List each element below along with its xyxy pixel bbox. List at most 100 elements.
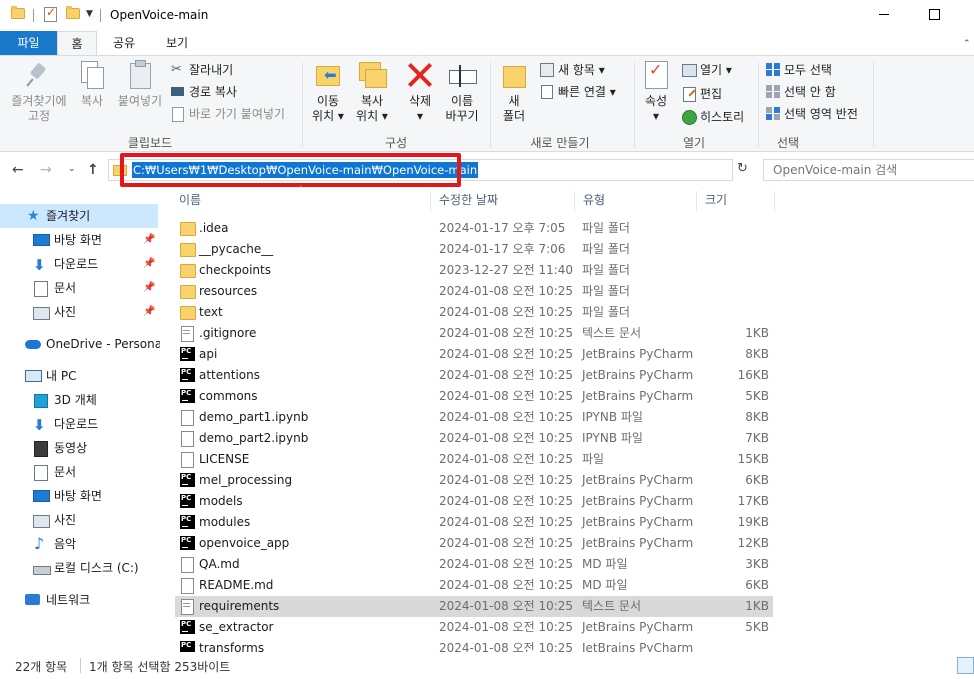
table-row[interactable]: requirements 2024-01-08 오전 10:25 텍스트 문서 1KB [175, 596, 773, 617]
select-none-button[interactable]: 선택 안 함 [766, 82, 836, 102]
file-size: 8KB [745, 410, 769, 424]
nav-item-desktop[interactable]: 바탕 화면 [0, 484, 158, 508]
nav-item-downloads-pinned[interactable]: 다운로드 📌 [0, 252, 158, 277]
pin-quick-access-button[interactable]: 즐겨찾기에 고정 [6, 60, 72, 124]
edit-button[interactable]: 편집 [682, 84, 722, 104]
file-type: JetBrains PyCharm [582, 368, 694, 382]
column-header-size[interactable]: 크기 [705, 188, 765, 214]
table-row[interactable]: .gitignore 2024-01-08 오전 10:25 텍스트 문서 1KB [175, 323, 773, 344]
back-arrow-icon[interactable]: ← [12, 162, 24, 178]
table-row[interactable]: resources 2024-01-08 오전 10:25 파일 폴더 [175, 281, 773, 302]
nav-item-documents-pinned[interactable]: 문서 📌 [0, 276, 158, 300]
nav-item-3d-objects[interactable]: 3D 개체 [0, 388, 158, 412]
column-divider[interactable] [430, 191, 431, 211]
nav-item-quick-access[interactable]: 즐겨찾기 [0, 204, 158, 228]
column-divider[interactable] [774, 191, 775, 211]
nav-item-documents[interactable]: 문서 [0, 460, 158, 484]
table-row[interactable]: checkpoints 2023-12-27 오전 11:40 파일 폴더 [175, 260, 773, 281]
table-row[interactable]: api 2024-01-08 오전 10:25 JetBrains PyCharm 8… [175, 344, 773, 365]
search-box[interactable] [763, 159, 974, 181]
nav-item-this-pc[interactable]: 내 PC [0, 364, 158, 388]
edit-label: 편집 [700, 87, 723, 101]
column-header-modified[interactable]: 수정한 날짜 [439, 188, 569, 214]
copy-button[interactable]: 복사 [74, 60, 110, 109]
nav-item-pictures-pinned[interactable]: 사진 📌 [0, 300, 158, 324]
ribbon-collapse-icon[interactable]: ⌃ [963, 39, 971, 49]
nav-item-onedrive[interactable]: OneDrive - Personal [0, 332, 165, 356]
recent-locations-chevron-icon[interactable]: ⌄ [68, 164, 76, 174]
quick-access-dropdown-icon[interactable]: ▼ [86, 9, 93, 19]
file-size: 16KB [737, 368, 769, 382]
properties-button[interactable]: 속성 ▾ [638, 60, 674, 124]
file-size: 1KB [745, 599, 769, 613]
table-row[interactable]: attentions 2024-01-08 오전 10:25 JetBrains P… [175, 365, 773, 386]
refresh-icon[interactable]: ↻ [737, 161, 748, 176]
tab-file[interactable]: 파일 [0, 31, 57, 55]
new-folder-quick-icon[interactable] [66, 6, 80, 19]
folder-icon [180, 221, 196, 236]
easy-access-button[interactable]: 빠른 연결 ▾ [540, 82, 616, 102]
up-arrow-icon[interactable]: ↑ [87, 162, 99, 178]
maximize-icon[interactable] [929, 9, 940, 20]
nav-item-pictures[interactable]: 사진 [0, 508, 158, 532]
onedrive-icon [25, 337, 41, 351]
scissors-icon [171, 60, 185, 80]
table-row[interactable]: QA.md 2024-01-08 오전 10:25 MD 파일 3KB [175, 554, 773, 575]
column-divider[interactable] [696, 191, 697, 211]
nav-item-local-disk[interactable]: 로컬 디스크 (C:) [0, 556, 158, 580]
cut-button[interactable]: 잘라내기 [171, 60, 233, 80]
select-all-button[interactable]: 모두 선택 [766, 60, 832, 80]
file-name: __pycache__ [199, 242, 274, 256]
table-row[interactable]: README.md 2024-01-08 오전 10:25 MD 파일 6KB [175, 575, 773, 596]
table-row[interactable]: modules 2024-01-08 오전 10:25 JetBrains PyCh… [175, 512, 773, 533]
file-size: 1KB [745, 326, 769, 340]
details-view-icon[interactable] [957, 657, 974, 674]
nav-item-network[interactable]: 네트워크 [0, 588, 158, 612]
rename-button[interactable]: 이름 바꾸기 [440, 60, 484, 124]
table-row[interactable]: commons 2024-01-08 오전 10:25 JetBrains PyCh… [175, 386, 773, 407]
table-row[interactable]: demo_part1.ipynb 2024-01-08 오전 10:25 IPYNB… [175, 407, 773, 428]
copy-path-button[interactable]: 경로 복사 [171, 82, 237, 102]
file-name: checkpoints [199, 263, 271, 277]
nav-item-downloads[interactable]: 다운로드 [0, 412, 158, 437]
delete-button[interactable]: 삭제 ▾ [400, 60, 440, 124]
history-button[interactable]: 히스토리 [682, 107, 744, 127]
column-divider[interactable] [574, 191, 575, 211]
table-row[interactable]: LICENSE 2024-01-08 오전 10:25 파일 15KB [175, 449, 773, 470]
tab-home[interactable]: 홈 [57, 31, 97, 56]
nav-item-music[interactable]: 음악 [0, 532, 158, 556]
copy-to-button[interactable]: 복사 위치 ▾ [352, 60, 392, 124]
invert-selection-icon [766, 107, 780, 120]
table-row[interactable]: openvoice_app 2024-01-08 오전 10:25 JetBrain… [175, 533, 773, 554]
column-header-type[interactable]: 유형 [583, 188, 683, 214]
nav-item-videos[interactable]: 동영상 [0, 436, 158, 460]
table-row[interactable]: models 2024-01-08 오전 10:25 JetBrains PyCha… [175, 491, 773, 512]
new-folder-button[interactable]: 새 폴더 [496, 60, 532, 124]
tab-view[interactable]: 보기 [155, 31, 199, 55]
file-modified: 2024-01-17 오후 7:05 [439, 221, 566, 235]
column-header-name[interactable]: 이름 [179, 188, 419, 214]
properties-quick-icon[interactable] [44, 5, 57, 22]
invert-selection-button[interactable]: 선택 영역 반전 [766, 104, 858, 124]
search-input[interactable] [773, 163, 963, 177]
tab-share[interactable]: 공유 [104, 31, 144, 55]
table-row[interactable]: .idea 2024-01-17 오후 7:05 파일 폴더 [175, 218, 773, 239]
table-row[interactable]: se_extractor 2024-01-08 오전 10:25 JetBrains… [175, 617, 773, 638]
minimize-icon[interactable] [879, 14, 889, 15]
table-row[interactable]: mel_processing 2024-01-08 오전 10:25 JetBrai… [175, 470, 773, 491]
file-name: mel_processing [199, 473, 293, 487]
open-icon [682, 63, 697, 77]
table-row[interactable]: text 2024-01-08 오전 10:25 파일 폴더 [175, 302, 773, 323]
paste-button[interactable]: 붙여넣기 [113, 60, 167, 109]
file-icon [180, 578, 194, 594]
open-button[interactable]: 열기 ▾ [682, 60, 732, 80]
file-size: 12KB [737, 536, 769, 550]
file-modified: 2024-01-17 오후 7:06 [439, 242, 566, 256]
new-item-button[interactable]: 새 항목 ▾ [540, 60, 605, 80]
table-row[interactable]: __pycache__ 2024-01-17 오후 7:06 파일 폴더 [175, 239, 773, 260]
paste-shortcut-button[interactable]: 바로 가기 붙여넣기 [171, 104, 285, 124]
nav-item-desktop-pinned[interactable]: 바탕 화면 📌 [0, 228, 158, 252]
move-to-button[interactable]: 이동 위치 ▾ [308, 60, 348, 124]
forward-arrow-icon[interactable]: → [40, 162, 52, 178]
table-row[interactable]: demo_part2.ipynb 2024-01-08 오전 10:25 IPYNB… [175, 428, 773, 449]
